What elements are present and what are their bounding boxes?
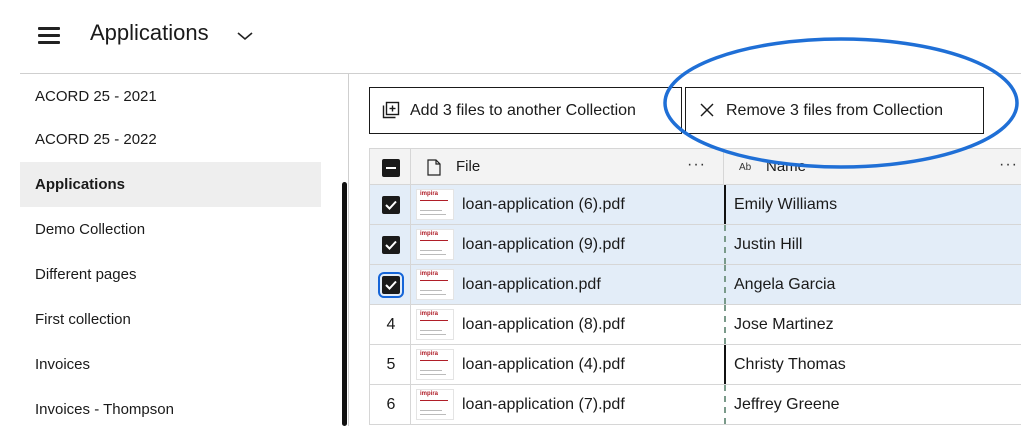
table-row[interactable]: impira loan-application (6).pdf Emily Wi… bbox=[369, 185, 1021, 225]
file-name[interactable]: loan-application (6).pdf bbox=[462, 185, 625, 225]
row-select-cell[interactable]: 6 bbox=[369, 385, 411, 424]
file-column-menu-button[interactable]: ··· bbox=[687, 149, 706, 181]
table-row[interactable]: impira loan-application.pdf Angela Garci… bbox=[369, 265, 1021, 305]
column-separator bbox=[724, 265, 726, 304]
column-separator bbox=[724, 385, 726, 424]
table-row[interactable]: 5 impira loan-application (4).pdf Christ… bbox=[369, 345, 1021, 385]
file-thumbnail[interactable]: impira bbox=[416, 309, 454, 340]
file-thumbnail[interactable]: impira bbox=[416, 349, 454, 380]
hamburger-menu-icon[interactable] bbox=[38, 25, 62, 45]
name-cell[interactable]: Jose Martinez bbox=[734, 305, 834, 345]
name-column-menu-button[interactable]: ··· bbox=[999, 149, 1018, 181]
column-header-file[interactable]: File bbox=[456, 149, 480, 185]
header-select-cell bbox=[369, 149, 411, 184]
file-thumbnail[interactable]: impira bbox=[416, 189, 454, 220]
sidebar-item-applications[interactable]: Applications bbox=[20, 162, 321, 207]
name-cell[interactable]: Emily Williams bbox=[734, 185, 837, 225]
table-header-row: File ··· Ab Name ··· bbox=[369, 148, 1021, 185]
app-header: Applications bbox=[0, 0, 1021, 74]
row-select-cell bbox=[369, 225, 411, 264]
sidebar-item-first-collection[interactable]: First collection bbox=[20, 297, 321, 342]
name-cell[interactable]: Angela Garcia bbox=[734, 265, 835, 305]
table-row[interactable]: 4 impira loan-application (8).pdf Jose M… bbox=[369, 305, 1021, 345]
sidebar-item-invoices-thompson[interactable]: Invoices - Thompson bbox=[20, 387, 321, 426]
row-number: 5 bbox=[386, 356, 396, 373]
close-icon bbox=[700, 103, 714, 117]
sidebar-item-acord-25-2021[interactable]: ACORD 25 - 2021 bbox=[20, 74, 321, 119]
file-name[interactable]: loan-application (7).pdf bbox=[462, 385, 625, 425]
files-table: File ··· Ab Name ··· impira loan-applica… bbox=[369, 148, 1021, 426]
add-to-collection-label: Add 3 files to another Collection bbox=[410, 102, 636, 119]
row-select-cell[interactable]: 4 bbox=[369, 305, 411, 344]
sidebar-item-different-pages[interactable]: Different pages bbox=[20, 252, 321, 297]
column-separator[interactable] bbox=[723, 149, 724, 184]
table-row[interactable]: impira loan-application (9).pdf Justin H… bbox=[369, 225, 1021, 265]
row-select-cell bbox=[369, 185, 411, 224]
chevron-down-icon[interactable] bbox=[236, 30, 254, 42]
sidebar-item-invoices[interactable]: Invoices bbox=[20, 342, 321, 387]
sidebar-scrollbar[interactable] bbox=[342, 182, 347, 426]
sidebar-item-demo-collection[interactable]: Demo Collection bbox=[20, 207, 321, 252]
row-select-cell[interactable]: 5 bbox=[369, 345, 411, 384]
row-number: 4 bbox=[386, 316, 396, 333]
file-name[interactable]: loan-application (9).pdf bbox=[462, 225, 625, 265]
table-row[interactable]: 6 impira loan-application (7).pdf Jeffre… bbox=[369, 385, 1021, 425]
remove-from-collection-label: Remove 3 files from Collection bbox=[726, 102, 943, 119]
page-title[interactable]: Applications bbox=[90, 20, 209, 46]
select-all-checkbox[interactable] bbox=[382, 159, 400, 177]
remove-from-collection-button[interactable]: Remove 3 files from Collection bbox=[685, 87, 984, 134]
row-checkbox[interactable] bbox=[382, 196, 400, 214]
file-thumbnail[interactable]: impira bbox=[416, 269, 454, 300]
name-cell[interactable]: Justin Hill bbox=[734, 225, 802, 265]
row-checkbox[interactable] bbox=[378, 272, 404, 298]
sidebar-item-acord-25-2022[interactable]: ACORD 25 - 2022 bbox=[20, 117, 321, 162]
column-header-name[interactable]: Name bbox=[766, 149, 806, 185]
sidebar-divider bbox=[348, 74, 349, 426]
row-select-cell bbox=[369, 265, 411, 304]
file-thumbnail[interactable]: impira bbox=[416, 389, 454, 420]
file-name[interactable]: loan-application.pdf bbox=[462, 265, 601, 305]
name-cell[interactable]: Jeffrey Greene bbox=[734, 385, 840, 425]
column-separator bbox=[724, 345, 726, 384]
column-separator bbox=[724, 225, 726, 264]
file-name[interactable]: loan-application (4).pdf bbox=[462, 345, 625, 385]
add-to-collection-icon bbox=[382, 101, 400, 119]
file-icon bbox=[427, 159, 441, 176]
text-type-icon: Ab bbox=[739, 162, 752, 173]
column-separator bbox=[724, 305, 726, 344]
name-cell[interactable]: Christy Thomas bbox=[734, 345, 846, 385]
file-name[interactable]: loan-application (8).pdf bbox=[462, 305, 625, 345]
row-number: 6 bbox=[386, 396, 396, 413]
add-to-collection-button[interactable]: Add 3 files to another Collection bbox=[369, 87, 682, 134]
row-checkbox[interactable] bbox=[382, 236, 400, 254]
collections-sidebar: ACORD 25 - 2021 ACORD 25 - 2022 Applicat… bbox=[20, 74, 348, 426]
column-separator bbox=[724, 185, 726, 224]
file-thumbnail[interactable]: impira bbox=[416, 229, 454, 260]
